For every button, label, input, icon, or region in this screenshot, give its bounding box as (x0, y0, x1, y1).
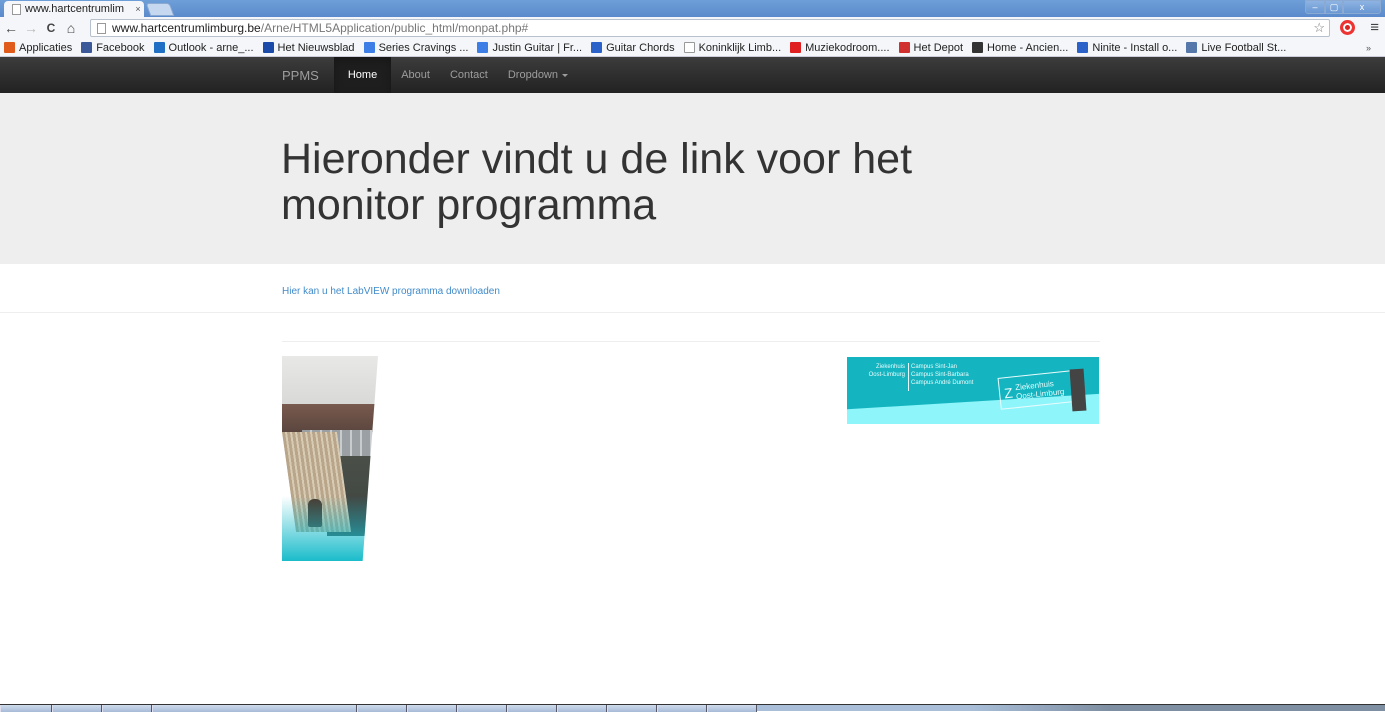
bookmark-item[interactable]: Ninite - Install o... (1077, 42, 1177, 54)
bookmark-label: Koninklijk Limb... (698, 41, 782, 54)
bookmark-label: Facebook (96, 41, 145, 54)
bookmark-item[interactable]: Koninklijk Limb... (683, 41, 782, 54)
outlook-icon (153, 42, 165, 53)
nav-item-contact[interactable]: Contact (440, 57, 498, 93)
photo-building (282, 404, 378, 432)
browser-tab[interactable]: www.hartcentrumlim × (4, 1, 144, 17)
address-bar[interactable]: www.hartcentrumlimburg.be/Arne/HTML5Appl… (90, 19, 1330, 37)
bookmark-label: Applicaties (19, 41, 73, 54)
bookmark-label: Muziekodroom.... (805, 41, 890, 54)
het-depot-icon (898, 42, 910, 53)
navbar-brand[interactable]: PPMS (267, 57, 334, 93)
zol-logo-text: Ziekenhuis Oost-Limburg (1015, 378, 1065, 401)
banner-text: Ziekenhuis (875, 364, 905, 370)
banner-campus-list: Campus Sint-Jan Campus Sint-Barbara Camp… (911, 363, 973, 387)
apps-grid-icon (4, 42, 15, 53)
banner-text: Oost-Limburg (868, 372, 905, 378)
muziekodroom-icon (790, 42, 802, 53)
campus-name: Campus Sint-Barbara (911, 372, 969, 378)
nav-item-dropdown[interactable]: Dropdown (498, 57, 578, 93)
jumbotron: Hieronder vindt u de link voor het monit… (0, 93, 1385, 264)
ninite-icon (1077, 42, 1089, 53)
bookmark-item[interactable]: Het Depot (898, 41, 964, 54)
page-icon (12, 3, 21, 15)
campus-name: Campus André Dumont (911, 380, 974, 386)
football-icon (1186, 42, 1198, 53)
banner-divider (908, 363, 909, 391)
close-window-button[interactable]: x (1343, 0, 1381, 14)
bookmarks-bar: Applicaties Facebook Outlook - arne_... Het… (0, 39, 1385, 57)
site-navbar: PPMS Home About Contact Dropdown (0, 57, 1385, 93)
reload-icon[interactable]: C (42, 21, 60, 35)
opera-extension-icon[interactable] (1340, 20, 1355, 35)
tab-close-icon[interactable]: × (132, 4, 144, 14)
facebook-icon (81, 42, 93, 53)
minimize-button[interactable]: – (1305, 0, 1325, 14)
page-icon (97, 22, 106, 34)
page-heading: Hieronder vindt u de link voor het monit… (281, 135, 913, 229)
window-controls: – ▢ x (1305, 0, 1381, 14)
caret-down-icon (562, 73, 568, 77)
bookmark-item[interactable]: Facebook (81, 41, 145, 54)
browser-title-bar: www.hartcentrumlim × – ▢ x (0, 0, 1385, 17)
bookmark-item[interactable]: Justin Guitar | Fr... (477, 42, 582, 54)
guitar-chords-icon (591, 42, 603, 53)
divider (282, 341, 1100, 342)
bookmark-item[interactable]: Applicaties (4, 42, 72, 54)
bookmark-label: Guitar Chords (606, 41, 675, 54)
hamburger-menu-icon[interactable]: ≡ (1370, 19, 1379, 36)
bookmark-item[interactable]: Guitar Chords (591, 41, 675, 54)
campus-name: Campus Sint-Jan (911, 364, 958, 370)
bookmark-item[interactable]: Het Nieuwsblad (262, 41, 355, 54)
bookmark-label: Live Football St... (1201, 41, 1287, 54)
bookmark-label: Het Depot (913, 41, 964, 54)
ancien-icon (972, 42, 984, 53)
bookmarks-overflow-icon[interactable]: » (1366, 43, 1371, 53)
bookmark-item[interactable]: Live Football St... (1186, 42, 1286, 54)
banner-left-column: Ziekenhuis Oost-Limburg (857, 363, 905, 379)
divider (0, 312, 1385, 313)
bookmark-item[interactable]: Muziekodroom.... (790, 41, 890, 54)
url-host: www.hartcentrumlimburg.be (112, 21, 261, 35)
bookmark-item[interactable]: Series Cravings ... (363, 41, 469, 54)
bookmark-item[interactable]: Home - Ancien... (972, 42, 1068, 54)
back-arrow-icon[interactable]: ← (2, 20, 20, 36)
nieuwsblad-icon (262, 42, 274, 53)
nav-item-home[interactable]: Home (333, 57, 392, 93)
bookmark-label: Series Cravings ... (378, 41, 469, 54)
labview-download-link[interactable]: Hier kan u het LabVIEW programma downloa… (282, 286, 500, 297)
photo-teal-fade (282, 496, 378, 561)
dropdown-label: Dropdown (507, 69, 558, 81)
ziekenhuis-oost-limburg-banner: Ziekenhuis Oost-Limburg Campus Sint-Jan … (847, 357, 1099, 424)
google-search-icon (363, 42, 375, 53)
bookmark-star-icon[interactable]: ☆ (1313, 20, 1325, 36)
bookmark-label: Ninite - Install o... (1092, 41, 1178, 54)
browser-toolbar: ← → C ⌂ www.hartcentrumlimburg.be/Arne/H… (0, 17, 1385, 39)
photo-sky (282, 356, 378, 406)
bookmark-label: Outlook - arne_... (168, 41, 254, 54)
google-search-icon (477, 42, 489, 53)
bookmark-label: Justin Guitar | Fr... (492, 41, 583, 54)
page-icon (683, 42, 695, 53)
maximize-button[interactable]: ▢ (1325, 0, 1343, 14)
url-path: /Arne/HTML5Application/public_html/monpa… (260, 21, 529, 35)
tab-title: www.hartcentrumlim (25, 3, 125, 15)
home-icon[interactable]: ⌂ (62, 20, 80, 36)
bookmark-label: Home - Ancien... (987, 41, 1069, 54)
campus-photo (282, 356, 378, 561)
zol-logo-mark-icon: Z (1003, 384, 1014, 402)
forward-arrow-icon[interactable]: → (22, 20, 40, 36)
zol-logo: Z Ziekenhuis Oost-Limburg (997, 370, 1075, 410)
windows-taskbar (0, 704, 1385, 712)
bookmark-label: Het Nieuwsblad (277, 41, 355, 54)
nav-item-about[interactable]: About (391, 57, 440, 93)
new-tab-button[interactable] (145, 3, 175, 16)
bookmark-item[interactable]: Outlook - arne_... (153, 41, 254, 54)
banner-dark-tab (1069, 368, 1087, 412)
